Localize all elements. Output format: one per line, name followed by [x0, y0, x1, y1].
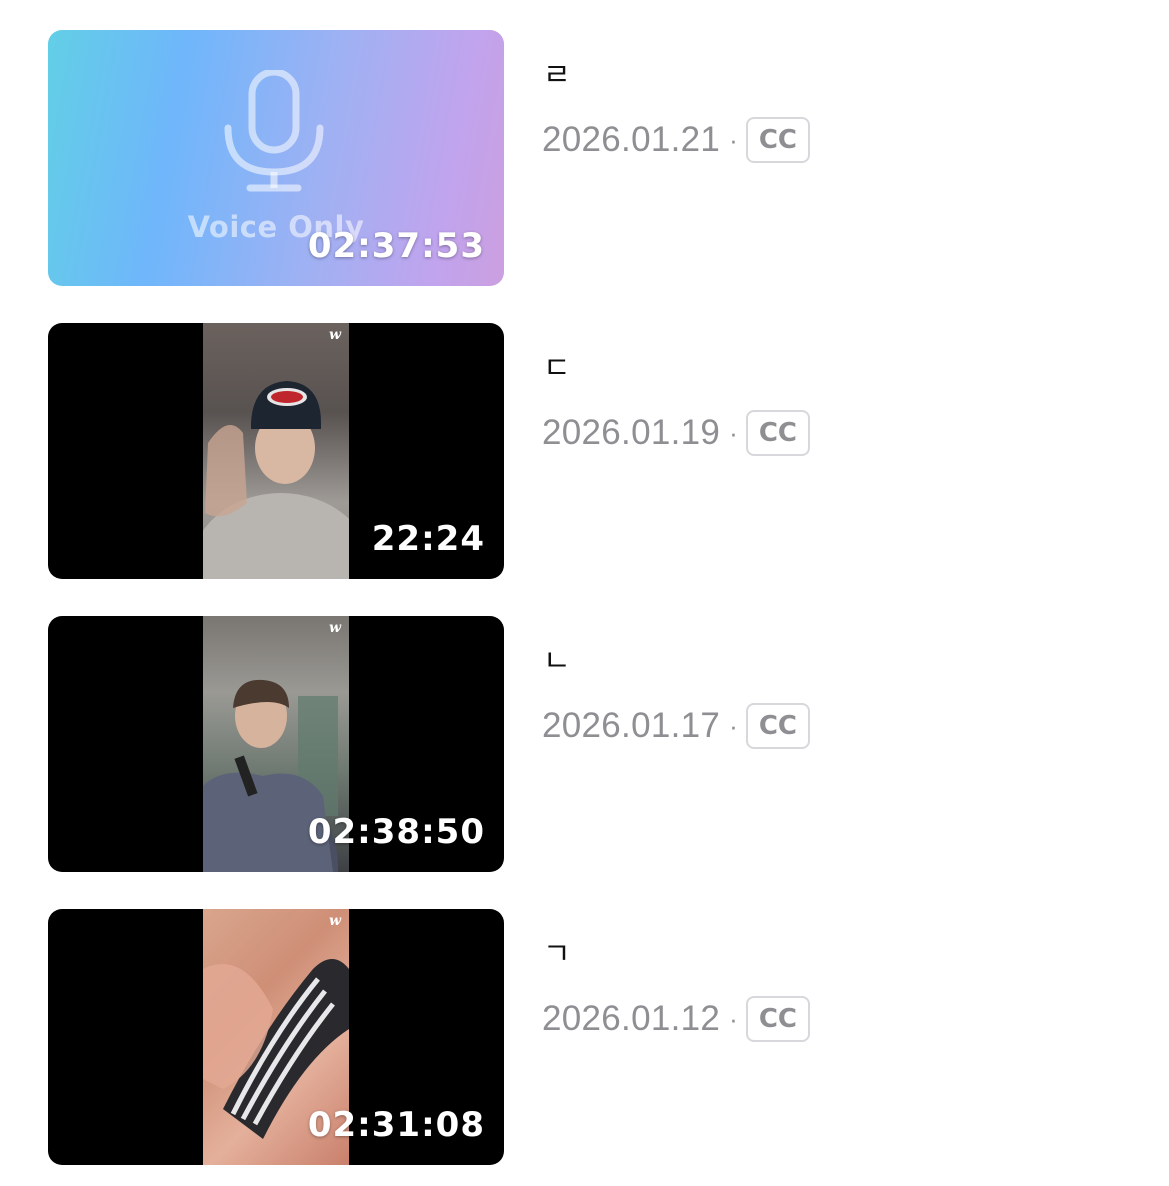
- video-meta: 2026.01.12 · CC: [542, 995, 811, 1043]
- list-item[interactable]: Voice Only 02:37:53 ㄹ 2026.01.21 · CC: [48, 30, 1128, 286]
- duration-label: 02:31:08: [307, 1105, 485, 1145]
- cc-badge: CC: [745, 410, 811, 456]
- watermark-logo: w: [328, 327, 341, 343]
- video-title[interactable]: ㄹ: [543, 50, 571, 94]
- video-date: 2026.01.17: [542, 706, 721, 745]
- video-thumbnail[interactable]: w 02:38:50: [48, 616, 504, 872]
- cc-badge: CC: [745, 703, 811, 749]
- watermark-logo: w: [328, 913, 341, 929]
- video-frame-image: w: [203, 323, 349, 579]
- duration-label: 02:37:53: [307, 226, 485, 266]
- list-item[interactable]: w 02:31:08 ㄱ 2026.01.12 · CC: [48, 909, 1128, 1165]
- cc-badge: CC: [745, 996, 811, 1042]
- list-item[interactable]: w 22:24 ㄷ 2026.01.19 · CC: [48, 323, 1128, 579]
- video-meta: 2026.01.19 · CC: [542, 409, 811, 457]
- video-date: 2026.01.19: [542, 413, 721, 452]
- video-meta: 2026.01.21 · CC: [542, 116, 811, 164]
- video-date: 2026.01.21: [542, 120, 721, 159]
- meta-separator: ·: [729, 1003, 738, 1034]
- video-thumbnail[interactable]: w 22:24: [48, 323, 504, 579]
- video-thumbnail[interactable]: Voice Only 02:37:53: [48, 30, 504, 286]
- meta-separator: ·: [729, 710, 738, 741]
- list-item[interactable]: w 02:38:50 ㄴ 2026.01.17 · CC: [48, 616, 1128, 872]
- microphone-icon: [224, 70, 324, 192]
- cc-badge: CC: [745, 117, 811, 163]
- video-list: Voice Only 02:37:53 ㄹ 2026.01.21 · CC w: [0, 0, 1169, 1186]
- video-meta: 2026.01.17 · CC: [542, 702, 811, 750]
- video-thumbnail[interactable]: w 02:31:08: [48, 909, 504, 1165]
- duration-label: 02:38:50: [307, 812, 485, 852]
- watermark-logo: w: [328, 620, 341, 636]
- meta-separator: ·: [729, 124, 738, 155]
- video-title[interactable]: ㄷ: [543, 343, 571, 387]
- person-figure: [203, 381, 349, 579]
- video-date: 2026.01.12: [542, 999, 721, 1038]
- video-title[interactable]: ㄱ: [543, 929, 571, 973]
- video-title[interactable]: ㄴ: [543, 636, 571, 680]
- duration-label: 22:24: [371, 519, 485, 559]
- meta-separator: ·: [729, 417, 738, 448]
